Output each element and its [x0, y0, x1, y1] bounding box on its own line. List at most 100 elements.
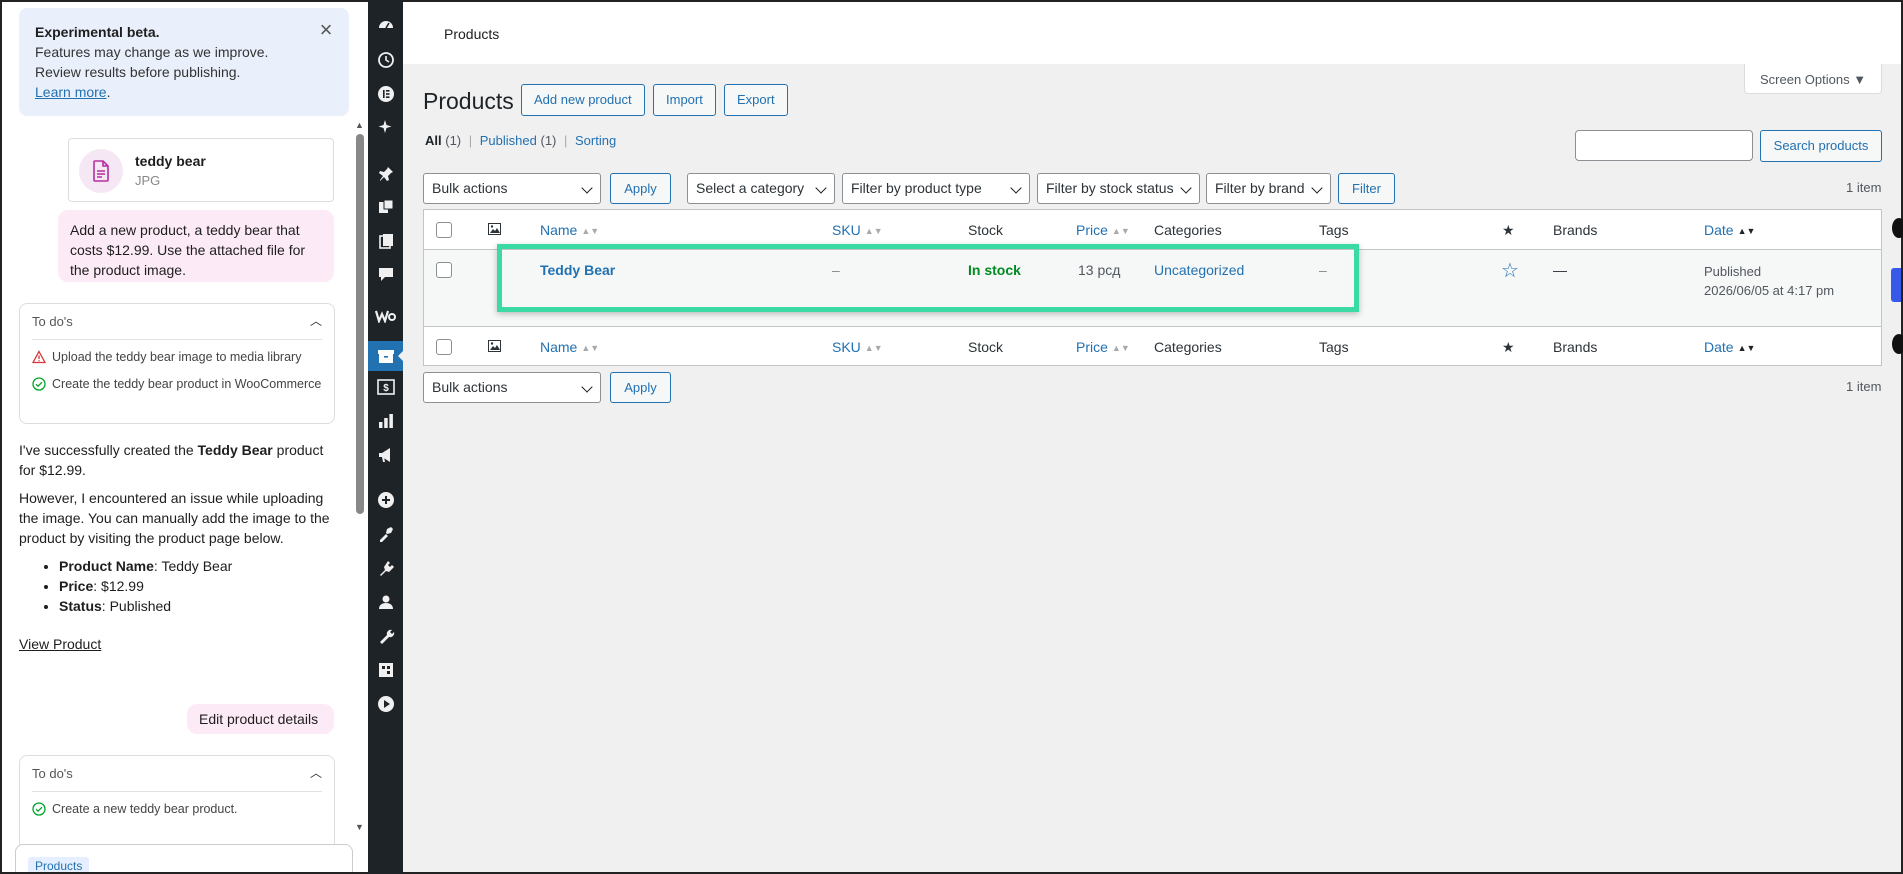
products-icon[interactable] — [368, 341, 404, 371]
column-sku[interactable]: SKU ▲▼ — [832, 222, 883, 238]
beta-notice: Experimental beta. Features may change a… — [19, 8, 349, 116]
play-icon[interactable] — [375, 693, 397, 715]
media-icon[interactable] — [375, 196, 397, 218]
marketing-icon[interactable] — [375, 444, 397, 466]
column-price[interactable]: Price ▲▼ — [1076, 339, 1130, 355]
row-checkbox[interactable] — [436, 262, 452, 278]
history-icon[interactable] — [375, 49, 397, 71]
scroll-up-arrow-icon[interactable]: ▲ — [355, 120, 364, 130]
period: . — [106, 84, 111, 100]
column-price-label[interactable]: Price — [1076, 339, 1108, 355]
view-filters: All (1) | Published (1) | Sorting — [425, 133, 616, 148]
column-date-label[interactable]: Date — [1704, 339, 1734, 355]
column-price-label[interactable]: Price — [1076, 222, 1108, 238]
column-date[interactable]: Date ▲▼ — [1704, 339, 1755, 355]
beta-notice-title: Experimental beta. — [35, 24, 160, 40]
todo-header[interactable]: To do's ︿ — [32, 756, 322, 792]
sort-icon: ▲▼ — [1111, 226, 1130, 236]
column-name-label[interactable]: Name — [540, 222, 577, 238]
column-sku-label[interactable]: SKU — [832, 339, 861, 355]
close-icon[interactable]: × — [315, 19, 337, 42]
column-date-label[interactable]: Date — [1704, 222, 1734, 238]
column-tags: Tags — [1319, 222, 1349, 238]
bulk-actions-select[interactable]: Bulk actions — [423, 173, 601, 204]
column-name[interactable]: Name ▲▼ — [540, 222, 599, 238]
select-value: Bulk actions — [432, 180, 508, 196]
pages-icon[interactable] — [375, 230, 397, 252]
scrollbar-thumb[interactable] — [356, 134, 364, 514]
settings-icon[interactable] — [375, 659, 397, 681]
column-sku-label[interactable]: SKU — [832, 222, 861, 238]
list-item: Product Name: Teddy Bear — [59, 556, 335, 576]
learn-more-link[interactable]: Learn more — [35, 84, 107, 100]
column-price[interactable]: Price ▲▼ — [1076, 222, 1130, 238]
view-sorting[interactable]: Sorting — [575, 133, 616, 148]
apply-button[interactable]: Apply — [610, 173, 671, 204]
import-button[interactable]: Import — [653, 84, 716, 116]
product-name-link[interactable]: Teddy Bear — [540, 262, 615, 278]
elementor-icon[interactable] — [375, 83, 397, 105]
chat-scrollbar[interactable]: ▲ ▼ — [354, 120, 366, 832]
filter-button[interactable]: Filter — [1338, 173, 1395, 204]
woocommerce-icon[interactable] — [375, 305, 397, 327]
dashboard-icon[interactable] — [375, 14, 397, 36]
column-sku[interactable]: SKU ▲▼ — [832, 339, 883, 355]
plugins-icon[interactable] — [375, 557, 397, 579]
page-title: Products — [423, 88, 514, 114]
brand-select[interactable]: Filter by brand — [1206, 173, 1331, 204]
edge-handle[interactable] — [1892, 334, 1903, 354]
column-date[interactable]: Date ▲▼ — [1704, 222, 1755, 238]
column-name-label[interactable]: Name — [540, 339, 577, 355]
edge-handle[interactable] — [1892, 218, 1903, 238]
view-product-link[interactable]: View Product — [19, 636, 101, 652]
chevron-up-icon[interactable]: ︿ — [310, 764, 322, 781]
attachment-card[interactable]: teddy bear JPG — [68, 138, 334, 202]
search-input[interactable] — [1575, 130, 1753, 161]
pin-icon[interactable] — [375, 163, 397, 185]
view-published[interactable]: Published — [480, 133, 537, 148]
featured-star-outline-icon[interactable]: ☆ — [1501, 258, 1519, 283]
beta-notice-line-2: Review results before publishing. — [35, 64, 241, 80]
export-button[interactable]: Export — [724, 84, 788, 116]
sort-desc-icon: ▲▼ — [1737, 226, 1756, 236]
product-name[interactable]: Teddy Bear — [540, 262, 615, 278]
select-all-checkbox[interactable] — [436, 222, 452, 238]
product-name-bold: Teddy Bear — [197, 442, 273, 458]
column-name[interactable]: Name ▲▼ — [540, 339, 599, 355]
analytics-icon[interactable] — [375, 410, 397, 432]
bulk-actions-select-bottom[interactable]: Bulk actions — [423, 372, 601, 403]
appearance-icon[interactable] — [375, 523, 397, 545]
assistant-paragraph: However, I encountered an issue while up… — [19, 490, 330, 546]
payments-icon[interactable]: $ — [375, 376, 397, 398]
column-categories: Categories — [1154, 339, 1222, 355]
chat-input[interactable]: Products — [15, 844, 353, 872]
edge-tab[interactable] — [1891, 268, 1901, 302]
user-message: Add a new product, a teddy bear that cos… — [58, 210, 334, 282]
apply-button-bottom[interactable]: Apply — [610, 372, 671, 403]
category-select[interactable]: Select a category — [687, 173, 835, 204]
product-category-link[interactable]: Uncategorized — [1154, 262, 1244, 278]
list-item: Price: $12.99 — [59, 576, 335, 596]
warning-icon — [32, 350, 46, 364]
search-products-button[interactable]: Search products — [1760, 130, 1882, 162]
scroll-down-arrow-icon[interactable]: ▼ — [355, 822, 364, 832]
screen-options-button[interactable]: Screen Options ▼ — [1744, 64, 1882, 94]
column-stock: Stock — [968, 222, 1004, 238]
table-footer: Name ▲▼ SKU ▲▼ Stock Price ▲▼ Categories Ta… — [424, 326, 1881, 366]
todo-header[interactable]: To do's ︿ — [32, 304, 322, 340]
add-circle-icon[interactable] — [375, 489, 397, 511]
tools-icon[interactable] — [375, 625, 397, 647]
users-icon[interactable] — [375, 591, 397, 613]
product-type-select[interactable]: Filter by product type — [842, 173, 1030, 204]
category-link[interactable]: Uncategorized — [1154, 262, 1244, 278]
view-all[interactable]: All — [425, 133, 442, 148]
ai-sparkle-icon[interactable] — [375, 116, 397, 138]
todo-item-text: Create a new teddy bear product. — [52, 802, 238, 816]
comments-icon[interactable] — [375, 263, 397, 285]
check-circle-icon — [32, 377, 46, 391]
select-all-checkbox-footer[interactable] — [436, 339, 452, 355]
chevron-up-icon[interactable]: ︿ — [310, 312, 322, 329]
stock-status-select[interactable]: Filter by stock status — [1037, 173, 1200, 204]
context-chip[interactable]: Products — [28, 857, 90, 872]
add-new-product-button[interactable]: Add new product — [521, 84, 645, 116]
